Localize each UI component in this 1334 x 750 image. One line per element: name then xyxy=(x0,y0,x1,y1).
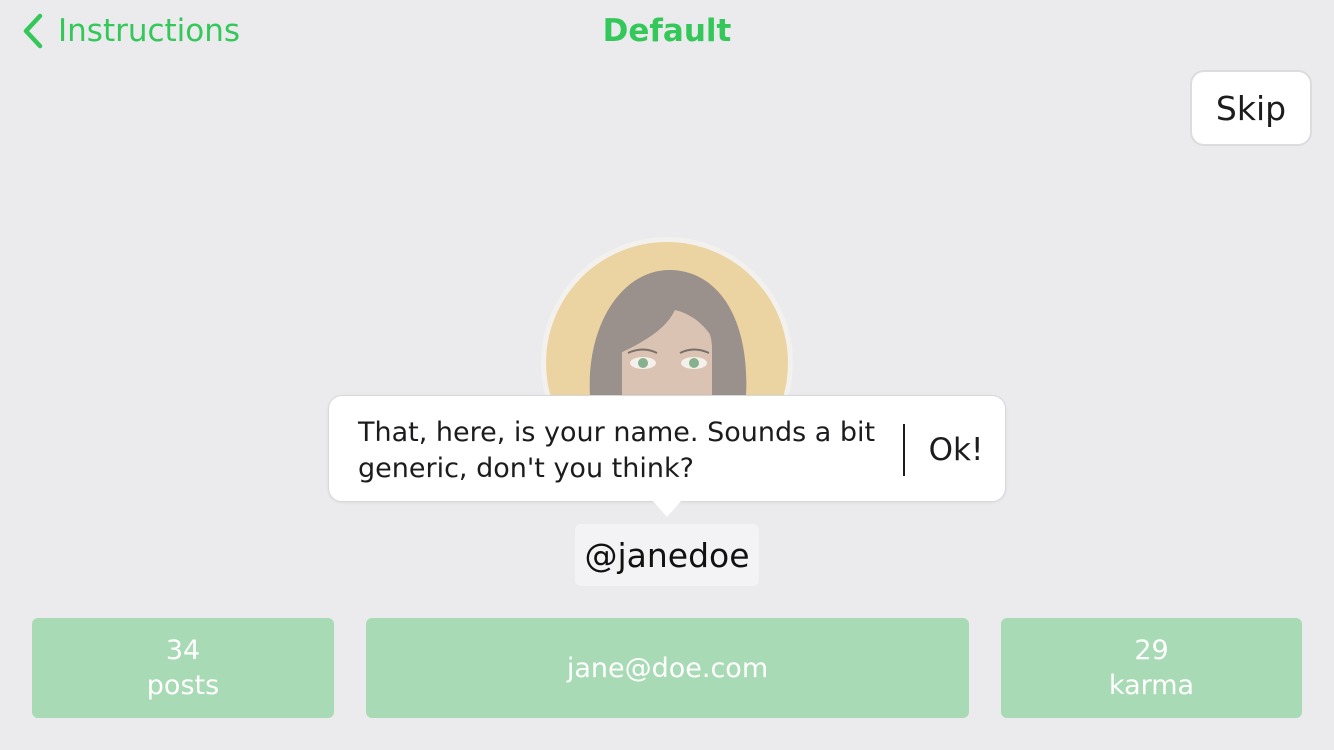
email-stat: jane@doe.com xyxy=(366,618,969,718)
karma-stat: 29 karma xyxy=(1001,618,1302,718)
tooltip: That, here, is your name. Sounds a bit g… xyxy=(328,395,1006,502)
karma-count: 29 xyxy=(1134,635,1169,666)
skip-button[interactable]: Skip xyxy=(1190,70,1312,146)
posts-count: 34 xyxy=(165,635,201,666)
tooltip-divider xyxy=(903,424,905,476)
ok-button[interactable]: Ok! xyxy=(915,420,997,480)
tooltip-pointer xyxy=(652,500,682,517)
posts-label: posts xyxy=(146,670,220,701)
email-value: jane@doe.com xyxy=(566,652,769,684)
karma-label: karma xyxy=(1108,670,1195,701)
posts-stat: 34 posts xyxy=(32,618,334,718)
page-title: Default xyxy=(602,13,732,49)
username-label: @janedoe xyxy=(575,524,759,586)
tooltip-message: That, here, is your name. Sounds a bit g… xyxy=(358,417,876,484)
